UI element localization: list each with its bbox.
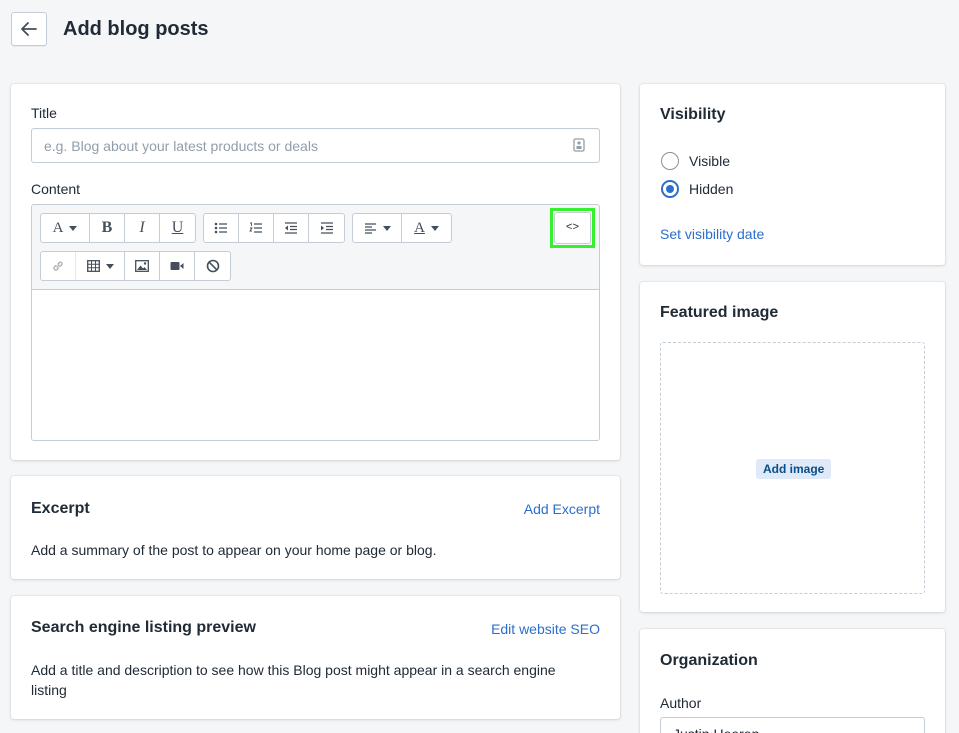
chevron-down-icon xyxy=(430,225,439,231)
organization-card: Organization Author xyxy=(640,629,945,733)
show-html-button[interactable]: <> xyxy=(554,212,591,244)
indent-icon xyxy=(320,222,333,234)
add-image-button[interactable]: Add image xyxy=(756,459,832,479)
numbered-list-icon xyxy=(249,222,262,233)
indent-button[interactable] xyxy=(309,214,344,242)
image-dropzone[interactable]: Add image xyxy=(660,342,925,594)
italic-icon: I xyxy=(139,219,145,236)
clear-formatting-button[interactable] xyxy=(195,252,230,280)
table-dropdown[interactable] xyxy=(76,252,125,280)
underline-icon: U xyxy=(171,219,184,236)
hidden-radio[interactable] xyxy=(661,180,679,198)
featured-image-card: Featured image Add image xyxy=(640,282,945,612)
outdent-icon xyxy=(285,222,297,234)
outdent-button[interactable] xyxy=(274,214,309,242)
bulleted-list-button[interactable] xyxy=(204,214,239,242)
video-icon xyxy=(170,262,184,270)
visible-radio[interactable] xyxy=(661,152,679,170)
page-title: Add blog posts xyxy=(63,18,209,40)
image-icon xyxy=(135,260,149,272)
italic-button[interactable]: I xyxy=(125,214,160,242)
font-icon: A xyxy=(52,219,64,236)
chevron-down-icon xyxy=(382,225,391,231)
content-card: Title Content A B I U xyxy=(11,84,620,460)
underline-button[interactable]: U xyxy=(160,214,195,242)
hidden-radio-label: Hidden xyxy=(689,181,734,197)
author-label: Author xyxy=(660,695,702,711)
title-input[interactable] xyxy=(31,128,600,163)
chevron-down-icon xyxy=(105,263,114,269)
autofill-icon[interactable] xyxy=(573,138,585,152)
seo-description: Add a title and description to see how t… xyxy=(31,662,556,698)
insert-video-button[interactable] xyxy=(160,252,195,280)
clear-formatting-icon xyxy=(206,259,219,273)
editor-toolbar: A B I U A <> xyxy=(32,205,599,290)
excerpt-card: Excerpt Add Excerpt Add a summary of the… xyxy=(11,476,620,579)
seo-card: Search engine listing preview Edit websi… xyxy=(11,596,620,719)
align-left-icon xyxy=(364,222,376,234)
visible-radio-label: Visible xyxy=(689,153,730,169)
link-icon xyxy=(53,261,63,271)
organization-heading: Organization xyxy=(660,652,758,669)
bulleted-list-icon xyxy=(214,222,227,234)
chevron-down-icon xyxy=(69,225,78,231)
title-label: Title xyxy=(31,105,57,121)
content-label: Content xyxy=(31,181,81,197)
visibility-card: Visibility Visible Hidden Set visibility… xyxy=(640,84,945,265)
seo-heading: Search engine listing preview xyxy=(31,619,256,636)
text-color-icon: A xyxy=(414,219,425,236)
link-button[interactable] xyxy=(41,252,76,280)
visible-radio-option[interactable]: Visible xyxy=(661,151,730,171)
back-button[interactable] xyxy=(11,12,47,46)
insert-group xyxy=(40,251,231,281)
author-input[interactable] xyxy=(660,717,925,733)
list-group xyxy=(203,213,345,243)
visibility-heading: Visibility xyxy=(660,106,726,123)
editor-content-area[interactable] xyxy=(32,291,599,440)
arrow-left-icon xyxy=(21,22,37,36)
edit-seo-link[interactable]: Edit website SEO xyxy=(491,619,600,639)
bold-icon: B xyxy=(101,219,113,236)
table-icon xyxy=(86,260,100,272)
excerpt-heading: Excerpt xyxy=(31,500,90,517)
alignment-dropdown[interactable] xyxy=(353,214,402,242)
rich-text-editor: A B I U A <> xyxy=(31,204,600,441)
hidden-radio-option[interactable]: Hidden xyxy=(661,179,733,199)
bold-button[interactable]: B xyxy=(90,214,125,242)
set-visibility-date-link[interactable]: Set visibility date xyxy=(660,224,764,244)
formatting-group: A B I U xyxy=(40,213,196,243)
featured-image-heading: Featured image xyxy=(660,304,779,321)
add-excerpt-link[interactable]: Add Excerpt xyxy=(524,499,600,519)
numbered-list-button[interactable] xyxy=(239,214,274,242)
font-style-dropdown[interactable]: A xyxy=(41,214,90,242)
text-color-dropdown[interactable]: A xyxy=(402,214,451,242)
align-color-group: A xyxy=(352,213,452,243)
excerpt-description: Add a summary of the post to appear on y… xyxy=(31,542,437,558)
insert-image-button[interactable] xyxy=(125,252,160,280)
